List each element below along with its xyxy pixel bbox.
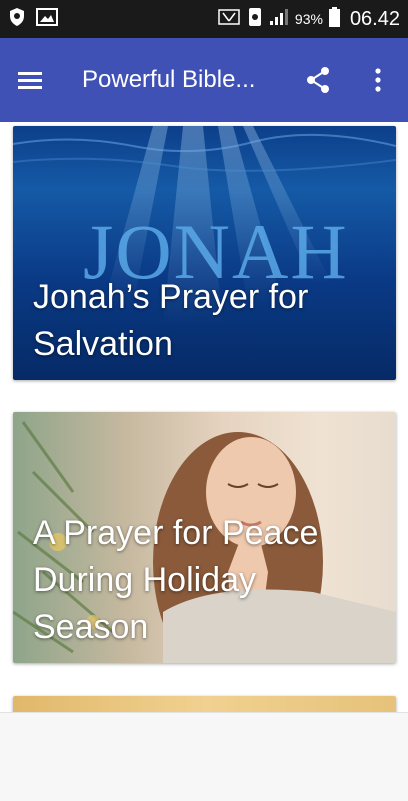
prayer-list[interactable]: JONAH Jonah’s Prayer for Salvation A Pra… bbox=[0, 122, 408, 712]
nfc-icon bbox=[217, 8, 241, 31]
vibrate-icon bbox=[247, 7, 263, 32]
card-title: A Prayer for Peace During Holiday Season bbox=[33, 514, 319, 646]
page-title: Powerful Bible... bbox=[82, 66, 256, 93]
signal-icon bbox=[269, 8, 289, 31]
card-title: Jonah’s Prayer for Salvation bbox=[33, 278, 309, 363]
shield-icon bbox=[8, 7, 26, 32]
prayer-card[interactable] bbox=[13, 696, 396, 712]
prayer-card[interactable]: JONAH Jonah’s Prayer for Salvation bbox=[13, 126, 396, 380]
battery-percent: 93% bbox=[294, 11, 323, 27]
clock: 06.42 bbox=[349, 7, 400, 30]
share-icon[interactable] bbox=[302, 64, 334, 96]
app-bar: Powerful Bible... bbox=[0, 38, 408, 122]
image-icon bbox=[36, 7, 58, 31]
more-options-icon[interactable] bbox=[362, 64, 394, 96]
battery-icon bbox=[328, 6, 340, 32]
bottom-area bbox=[0, 712, 408, 801]
prayer-card[interactable]: A Prayer for Peace During Holiday Season bbox=[13, 412, 396, 663]
status-bar: 93% 06.42 bbox=[0, 0, 408, 38]
menu-icon[interactable] bbox=[14, 64, 46, 96]
